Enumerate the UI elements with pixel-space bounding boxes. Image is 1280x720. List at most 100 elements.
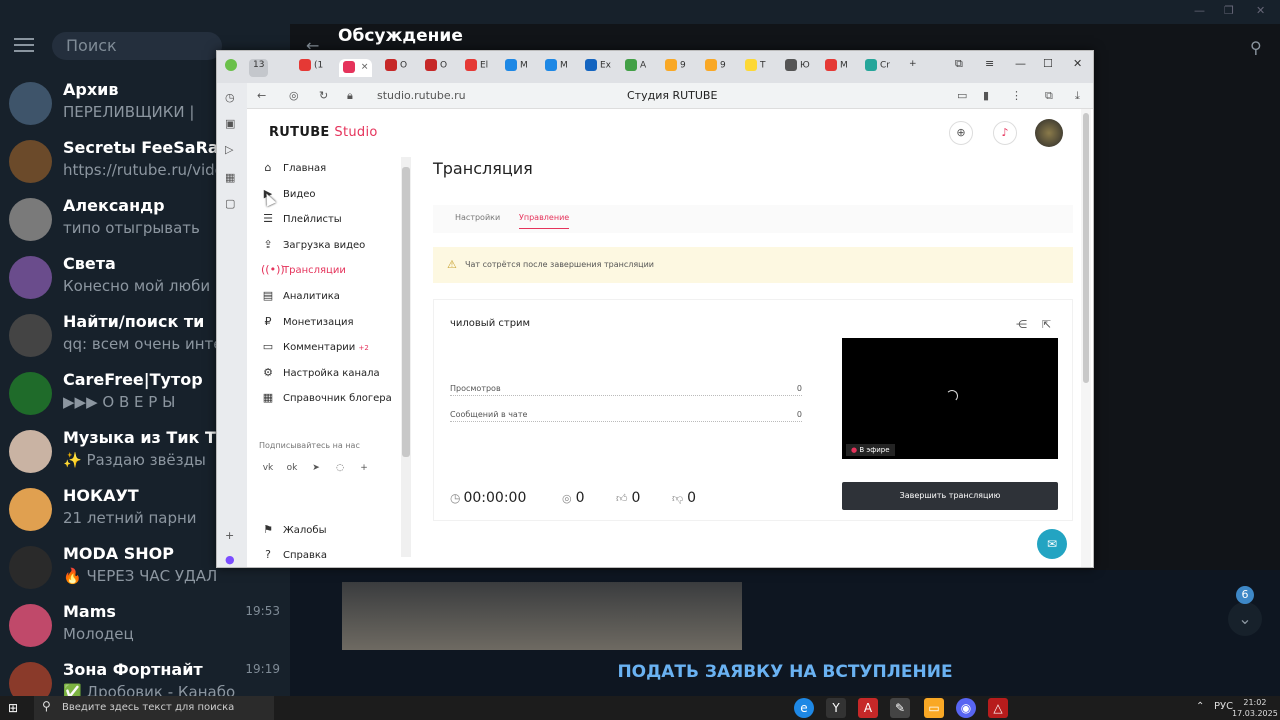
chat-item[interactable]: Зона Фортнайт ✅ Дробовик - Канабо 19:19 <box>0 654 290 696</box>
file-explorer-icon[interactable]: ▭ <box>924 698 944 718</box>
maximize-icon[interactable]: ❐ <box>1224 4 1234 17</box>
cast-icon[interactable]: ▭ <box>957 89 967 102</box>
close-icon[interactable]: ✕ <box>1073 57 1082 70</box>
history-icon[interactable]: ◷ <box>225 91 235 104</box>
browser-logo-icon[interactable] <box>225 59 240 77</box>
browser-tab[interactable]: Ex <box>585 59 611 77</box>
end-stream-button[interactable]: Завершить трансляцию <box>842 482 1058 510</box>
chat-item[interactable]: Mams Молодец 19:53 <box>0 596 290 654</box>
maximize-icon[interactable]: ☐ <box>1043 57 1053 70</box>
search-input[interactable]: Поиск <box>52 32 222 60</box>
browser-tab[interactable]: El <box>465 59 488 77</box>
home-icon[interactable]: ◎ <box>289 89 299 102</box>
ok-icon[interactable]: ok <box>285 463 299 477</box>
collections-icon[interactable]: ▣ <box>225 117 235 130</box>
menu-item-blogger-guide[interactable]: ▦ Справочник блогера <box>261 391 401 413</box>
app-icon[interactable]: ✎ <box>890 698 910 718</box>
menu-item-video[interactable]: ▶ Видео <box>261 187 401 209</box>
browser-tab[interactable]: O <box>425 59 447 77</box>
address-bar: ← ◎ ↻ 🔒︎ studio.rutube.ru Студия RUTUBE … <box>247 83 1093 109</box>
back-icon[interactable]: ← <box>257 89 266 102</box>
minimize-icon[interactable]: — <box>1015 57 1026 70</box>
like-icon: 👍︎ <box>616 492 628 505</box>
menu-item-monetization[interactable]: ₽ Монетизация <box>261 315 401 337</box>
calendar-icon[interactable]: ▦ <box>225 171 235 184</box>
user-avatar[interactable] <box>1035 119 1063 147</box>
browser-tab[interactable]: (1 <box>299 59 323 77</box>
browser-tab[interactable]: Ю <box>785 59 810 77</box>
add-video-icon[interactable]: ⊕ <box>949 121 973 145</box>
chat-last-message: Конесно мой люби <box>63 277 211 295</box>
menu-item-streams[interactable]: ((•))Трансляции <box>261 263 401 285</box>
browser-tab[interactable]: 9 <box>705 59 726 77</box>
app-red-icon[interactable]: △ <box>988 698 1008 718</box>
more-vertical-icon[interactable]: ⋮ <box>1011 89 1022 102</box>
notifications-icon[interactable]: ♪ <box>993 121 1017 145</box>
tray-chevron-icon[interactable]: ⌃ <box>1196 701 1204 712</box>
stream-preview[interactable]: ● В эфире <box>842 338 1058 459</box>
page-scrollbar[interactable] <box>1081 109 1091 567</box>
browser-menu-icon[interactable]: ≡ <box>985 57 994 70</box>
join-request-button[interactable]: ПОДАТЬ ЗАЯВКУ НА ВСТУПЛЕНИЕ <box>290 662 1280 682</box>
yandex-browser-icon[interactable]: Y <box>826 698 846 718</box>
extensions-icon[interactable]: ⧉ <box>955 57 963 71</box>
minimize-icon[interactable]: — <box>1194 4 1205 17</box>
video-preview[interactable] <box>342 582 742 650</box>
browser-tab[interactable]: Cr <box>865 59 890 77</box>
bookmark-icon[interactable]: ▮ <box>983 89 989 102</box>
menu-scrollbar[interactable] <box>401 157 411 557</box>
browser-tab[interactable]: M <box>505 59 528 77</box>
live-badge: ● В эфире <box>846 444 895 456</box>
alice-icon[interactable]: ● <box>225 553 235 566</box>
open-external-icon[interactable]: ⇱ <box>1042 318 1051 331</box>
tab-settings[interactable]: Настройки <box>455 213 500 222</box>
menu-item-playlists[interactable]: ☰ Плейлисты <box>261 212 401 234</box>
browser-tab[interactable]: O <box>385 59 407 77</box>
screenshot-icon[interactable]: ▢ <box>225 197 235 210</box>
reload-icon[interactable]: ↻ <box>319 89 328 102</box>
rutube-logo[interactable]: RUTUBE Studio <box>269 125 378 140</box>
new-tab-icon[interactable]: + <box>909 59 917 77</box>
vk-icon[interactable]: vk <box>261 463 275 477</box>
pdf-reader-icon[interactable]: A <box>858 698 878 718</box>
windows-start-icon[interactable]: ⊞ <box>8 701 18 715</box>
tab-counter[interactable]: 13 <box>249 59 269 77</box>
discussion-title: Обсуждение <box>338 26 463 46</box>
menu-item-analytics[interactable]: ▤ Аналитика <box>261 289 401 311</box>
chat-avatar <box>9 372 52 415</box>
chat-last-message: 🔥 ЧЕРЕЗ ЧАС УДАЛ <box>63 567 218 585</box>
telegram-icon[interactable]: ➤ <box>309 463 323 477</box>
browser-tab[interactable]: M <box>825 59 848 77</box>
taskbar-search-input[interactable]: Введите здесь текст для поиска <box>34 696 274 720</box>
viber-icon[interactable]: ◌ <box>333 463 347 477</box>
language-indicator[interactable]: РУС <box>1214 701 1233 712</box>
browser-tab[interactable]: ✕ <box>339 59 373 77</box>
close-icon[interactable]: ✕ <box>1256 4 1265 17</box>
tab-management[interactable]: Управление <box>519 213 570 229</box>
menu-item-help[interactable]: ? Справка <box>261 548 401 567</box>
clock[interactable]: 21:02 17.03.2025 <box>1232 697 1278 719</box>
support-chat-icon[interactable]: ✉ <box>1037 529 1067 559</box>
browser-tab[interactable]: A <box>625 59 646 77</box>
add-icon[interactable]: + <box>225 529 234 542</box>
more-social-icon[interactable]: + <box>357 463 371 477</box>
play-icon[interactable]: ▷ <box>225 143 233 156</box>
menu-item-upload[interactable]: ⇪ Загрузка видео <box>261 238 401 260</box>
browser-tab[interactable]: M <box>545 59 568 77</box>
menu-item-comments[interactable]: ▭ Комментарии +2 <box>261 340 401 362</box>
scroll-down-icon[interactable]: ⌄ <box>1228 602 1262 636</box>
download-icon[interactable]: ⤓ <box>1075 89 1080 103</box>
edge-icon[interactable]: e <box>794 698 814 718</box>
discord-icon[interactable]: ◉ <box>956 698 976 718</box>
viewers-icon: ◎ <box>562 492 572 505</box>
tabs-icon[interactable]: ⧉ <box>1045 89 1053 103</box>
menu-item-channel-settings[interactable]: ⚙ Настройка канала <box>261 366 401 388</box>
share-icon[interactable]: ⋲ <box>1016 318 1027 331</box>
browser-tab[interactable]: T <box>745 59 766 77</box>
menu-item-complaints[interactable]: ⚑ Жалобы <box>261 523 401 545</box>
menu-item-home[interactable]: ⌂ Главная <box>261 161 401 183</box>
url-field[interactable]: studio.rutube.ru <box>377 89 466 102</box>
browser-tab[interactable]: 9 <box>665 59 686 77</box>
search-icon[interactable]: ⚲ <box>1250 38 1262 57</box>
menu-icon[interactable] <box>14 38 34 54</box>
